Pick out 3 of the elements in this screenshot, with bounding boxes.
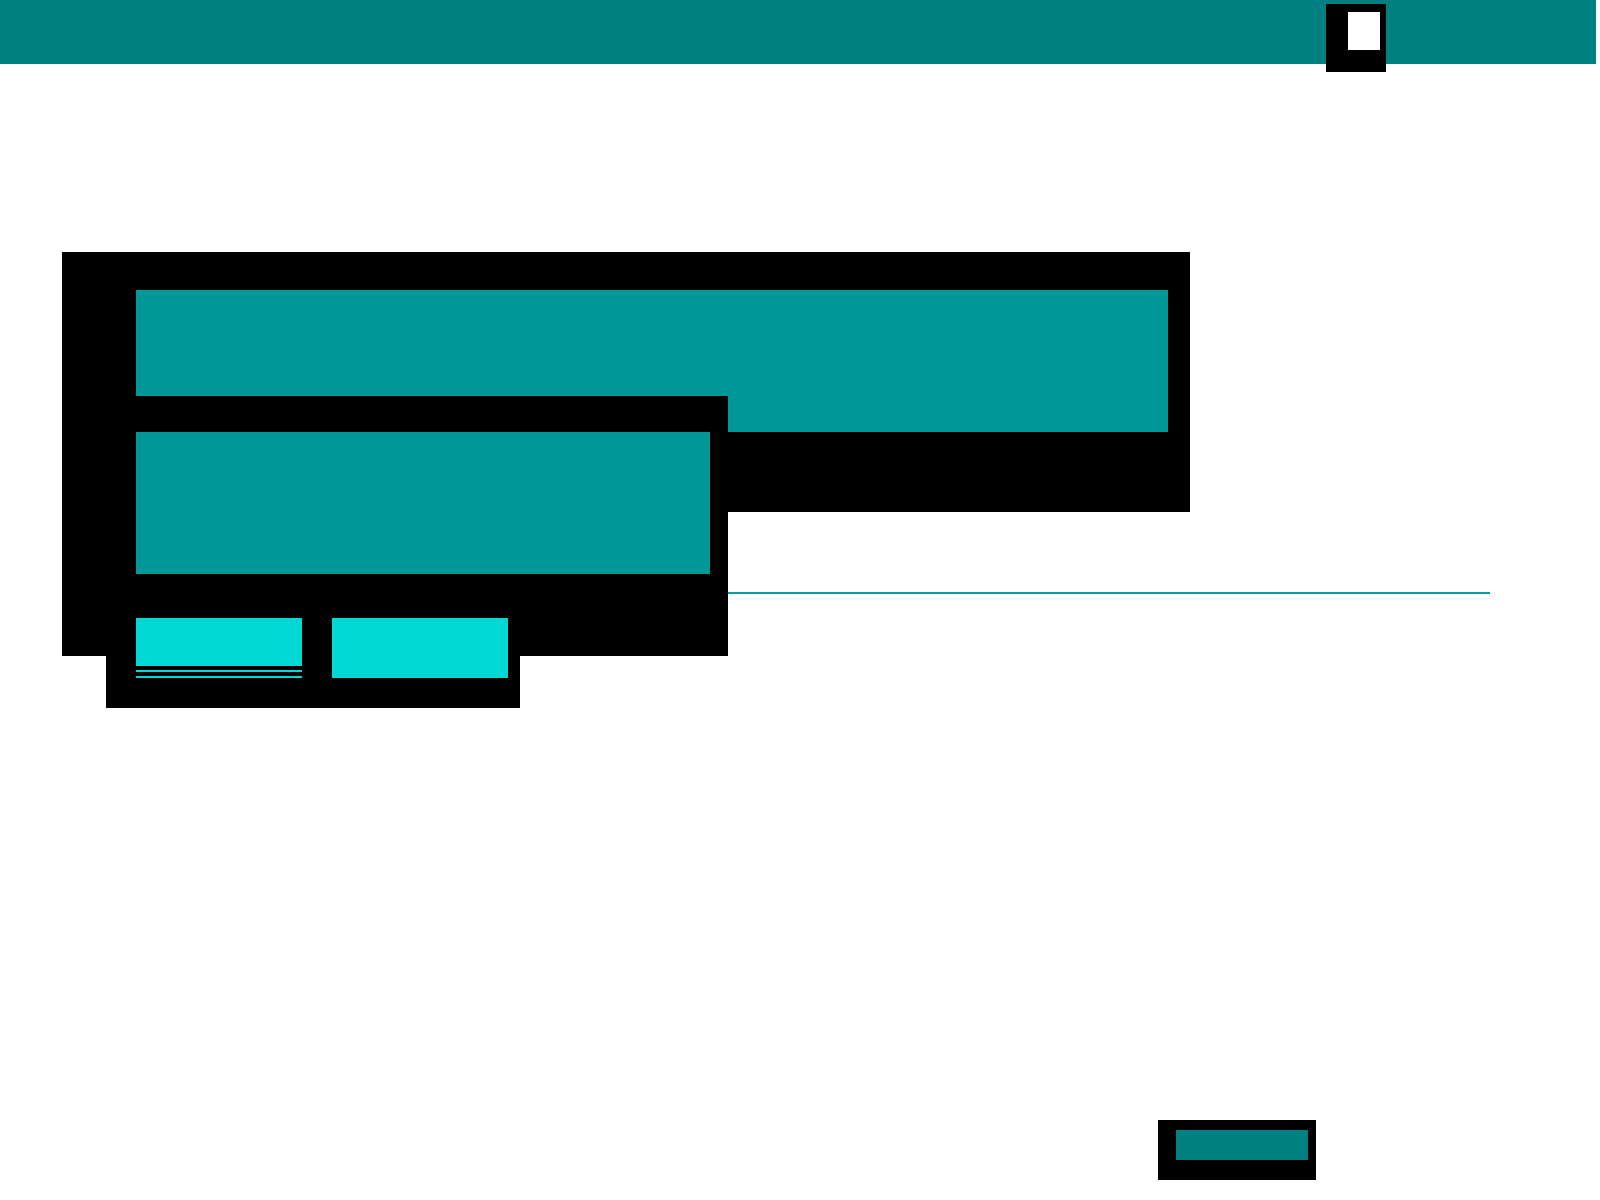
square-icon[interactable] <box>1326 4 1386 72</box>
tab-button[interactable] <box>136 618 302 678</box>
footer-button[interactable] <box>1158 1120 1316 1180</box>
